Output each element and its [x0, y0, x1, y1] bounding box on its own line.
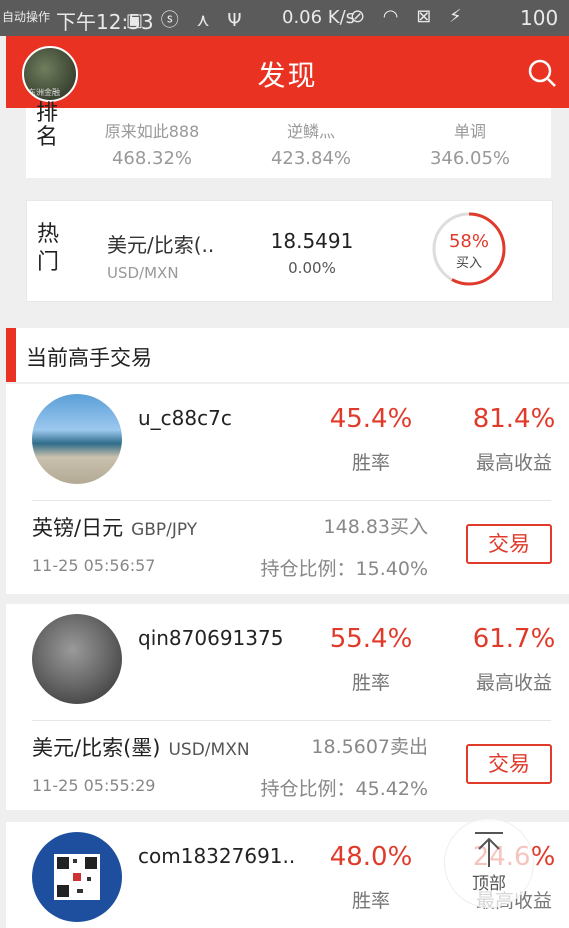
- trader-avatar[interactable]: [32, 394, 122, 484]
- signal-icons: ⊘ ◠ ⊠ ⚡: [350, 6, 468, 27]
- hot-pair-name: 美元/比索(..: [107, 233, 215, 257]
- win-rate-label: 胜率: [351, 452, 390, 474]
- best-return-label: 最高收益: [475, 672, 552, 694]
- back-to-top-button[interactable]: 顶部: [444, 818, 534, 908]
- win-rate: 48.0% 胜率: [306, 842, 436, 913]
- section-title: 当前高手交易: [26, 346, 152, 370]
- win-rate: 55.4% 胜率: [306, 624, 436, 695]
- trade-time: 11-25 05:55:29: [32, 776, 156, 795]
- trader-username: qin870691375: [138, 626, 284, 650]
- hot-card[interactable]: 热门 美元/比索(.. USD/MXN 18.5491 0.00% 58% 买入: [26, 200, 553, 302]
- hot-price: 18.5491 0.00%: [257, 229, 367, 277]
- back-to-top-label: 顶部: [472, 874, 506, 894]
- notification-icons: ▣ ⓢ ⋏ Ψ: [126, 10, 248, 31]
- hot-pair-code: USD/MXN: [107, 264, 179, 282]
- status-bar: 自动操作 下午12:53 ▣ ⓢ ⋏ Ψ 0.06 K/s ⊘ ◠ ⊠ ⚡ 10…: [0, 0, 569, 36]
- arrow-up-icon: [475, 832, 503, 867]
- trade-pair-name: 美元/比索(墨): [32, 736, 161, 760]
- trade-pair-code: USD/MXN: [168, 740, 250, 760]
- buy-ratio-ring: 58% 买入: [431, 211, 507, 287]
- trader-username: com18327691..: [138, 844, 296, 868]
- win-rate-label: 胜率: [351, 890, 390, 912]
- best-return-label: 最高收益: [475, 452, 552, 474]
- trade-order: 18.5607卖出: [311, 736, 428, 758]
- trade-order: 148.83买入: [323, 516, 428, 538]
- hot-label: 热门: [37, 222, 60, 275]
- trade-button[interactable]: 交易: [466, 524, 552, 564]
- win-rate-value: 48.0%: [329, 842, 413, 872]
- ranking-item[interactable]: 单调 346.05%: [400, 118, 540, 169]
- trader-avatar[interactable]: [32, 614, 122, 704]
- best-return-value: 61.7%: [472, 624, 556, 654]
- trade-pair: 英镑/日元 GBP/JPY: [32, 512, 197, 542]
- ranking-name: 单调: [453, 122, 486, 141]
- hot-price-change: 0.00%: [288, 259, 336, 277]
- divider: [32, 720, 551, 721]
- ranking-pct: 423.84%: [270, 148, 352, 169]
- ranking-pct: 346.05%: [429, 148, 511, 169]
- app-bar: 东洲金融 发现: [6, 36, 569, 108]
- trade-button[interactable]: 交易: [466, 744, 552, 784]
- best-return: 61.7% 最高收益: [454, 624, 569, 695]
- win-rate-value: 55.4%: [329, 624, 413, 654]
- best-return-value: 81.4%: [472, 404, 556, 434]
- position-ratio: 持仓比例：15.40%: [260, 558, 428, 580]
- trader-username: u_c88c7c: [138, 406, 232, 430]
- ranking-name: 逆鳞灬: [286, 122, 335, 141]
- trade-time: 11-25 05:56:57: [32, 556, 156, 575]
- battery-level: 100: [520, 6, 559, 30]
- network-speed: 0.06 K/s: [282, 7, 356, 28]
- page-title: 发现: [257, 59, 318, 92]
- trader-card[interactable]: u_c88c7c 45.4% 胜率 81.4% 最高收益 英镑/日元 GBP/JP…: [6, 384, 569, 594]
- best-return: 81.4% 最高收益: [454, 404, 569, 475]
- trader-card[interactable]: qin870691375 55.4% 胜率 61.7% 最高收益 美元/比索(墨…: [6, 604, 569, 810]
- trade-pair-code: GBP/JPY: [131, 520, 198, 540]
- divider: [32, 500, 551, 501]
- section-accent-bar: [6, 328, 16, 382]
- section-header: 当前高手交易: [6, 328, 569, 382]
- ring-action: 买入: [455, 256, 482, 271]
- ranking-item[interactable]: 逆鳞灬 423.84%: [241, 118, 381, 169]
- qr-code-icon: [54, 854, 100, 900]
- hot-pair: 美元/比索(.. USD/MXN: [107, 229, 214, 282]
- trader-avatar[interactable]: [32, 832, 122, 922]
- trade-pair: 美元/比索(墨) USD/MXN: [32, 732, 250, 762]
- win-rate: 45.4% 胜率: [306, 404, 436, 475]
- ranking-name: 原来如此888: [104, 122, 200, 141]
- ranking-item[interactable]: 原来如此888 468.32%: [82, 118, 222, 169]
- status-left-text: 自动操作: [2, 10, 51, 24]
- win-rate-value: 45.4%: [329, 404, 413, 434]
- ring-percent: 58%: [448, 231, 489, 252]
- ranking-pct: 468.32%: [111, 148, 193, 169]
- ranking-card: 排名 原来如此888 468.32% 逆鳞灬 423.84% 单调 346.05…: [26, 102, 551, 178]
- win-rate-label: 胜率: [351, 672, 390, 694]
- trade-pair-name: 英镑/日元: [32, 516, 124, 540]
- search-icon[interactable]: [527, 58, 557, 88]
- hot-price-value: 18.5491: [270, 229, 354, 253]
- position-ratio: 持仓比例：45.42%: [260, 778, 428, 800]
- ranking-label: 排名: [36, 101, 59, 150]
